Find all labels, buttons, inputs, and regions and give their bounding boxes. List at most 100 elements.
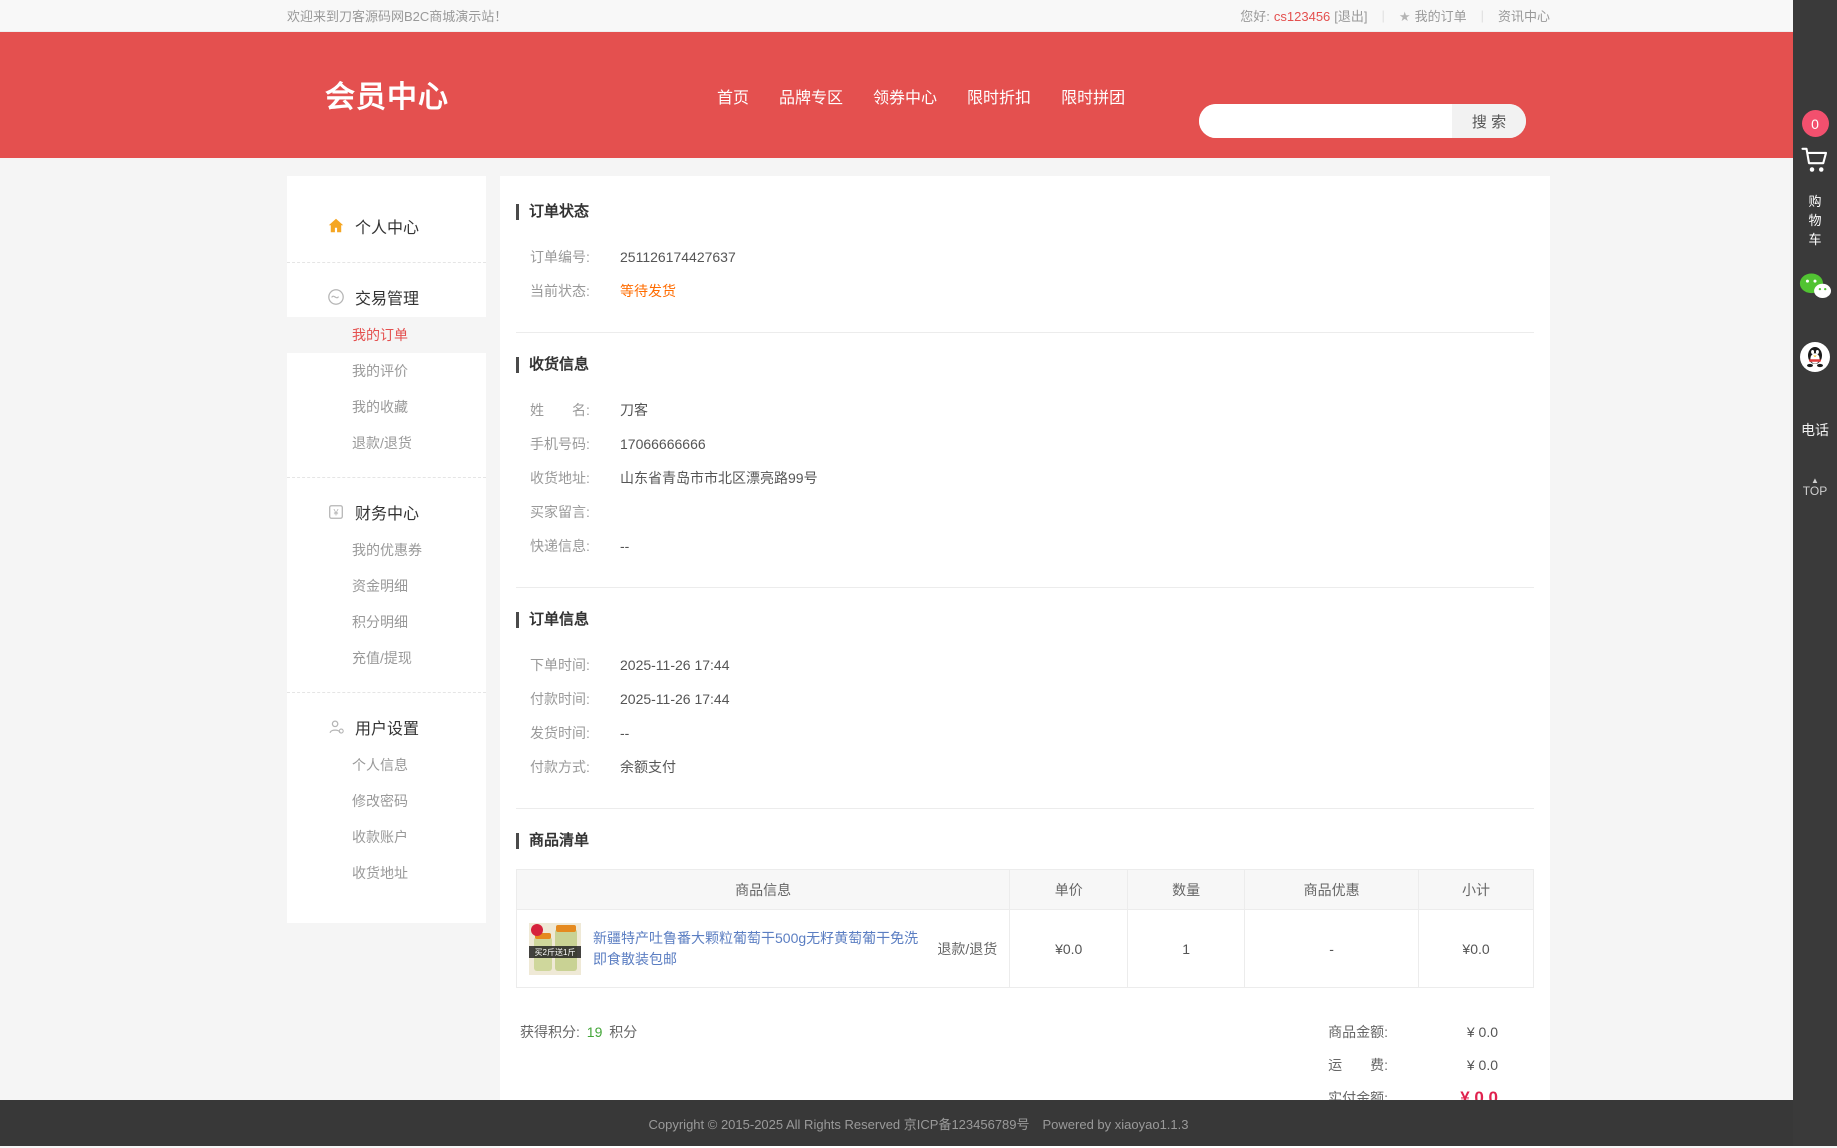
- discount-cell: -: [1245, 910, 1419, 988]
- info-value: --: [620, 536, 629, 556]
- star-icon: ★: [1399, 9, 1411, 24]
- goods-col-header-3: 商品优惠: [1245, 870, 1419, 910]
- product-image[interactable]: 买2斤送1斤: [529, 923, 581, 975]
- info-value: 17066666666: [620, 434, 706, 454]
- info-label: 付款方式:: [530, 757, 620, 777]
- nav-item-1[interactable]: 品牌专区: [779, 84, 843, 108]
- search-input[interactable]: [1199, 104, 1452, 138]
- nav-item-2[interactable]: 领券中心: [873, 84, 937, 108]
- total-row-1: 运 费:¥ 0.0: [1328, 1055, 1498, 1075]
- info-row-2-1: 付款时间:2025-11-26 17:44: [530, 682, 1534, 716]
- section-title-2: 订单信息: [516, 612, 1534, 628]
- section-rows-0: 订单编号:251126174427637当前状态:等待发货: [516, 240, 1534, 308]
- total-label: 商品金额:: [1328, 1022, 1388, 1042]
- totals-block: 商品金额:¥ 0.0运 费:¥ 0.0实付金额:¥ 0.0: [1328, 1022, 1524, 1108]
- sidebar-item-1-0[interactable]: 我的订单: [287, 317, 486, 353]
- cart-label[interactable]: 购物车: [1793, 192, 1837, 249]
- total-label: 运 费:: [1328, 1055, 1388, 1075]
- nav-item-4[interactable]: 限时拼团: [1061, 84, 1125, 108]
- section-rows-1: 姓 名:刀客手机号码:17066666666收货地址:山东省青岛市市北区漂亮路9…: [516, 393, 1534, 563]
- info-row-0-0: 订单编号:251126174427637: [530, 240, 1534, 274]
- sidebar-item-1-3[interactable]: 退款/退货: [287, 425, 486, 461]
- sidebar-item-2-3[interactable]: 充值/提现: [287, 640, 486, 676]
- info-value: 251126174427637: [620, 247, 736, 267]
- nav-item-3[interactable]: 限时折扣: [967, 84, 1031, 108]
- section-1: 收货信息姓 名:刀客手机号码:17066666666收货地址:山东省青岛市市北区…: [516, 357, 1534, 588]
- home-icon: [327, 217, 345, 235]
- copyright-text: Copyright © 2015-2025 All Rights Reserve…: [649, 1114, 1189, 1133]
- sidebar-group-label: 用户设置: [355, 715, 419, 739]
- sidebar-group-title-0[interactable]: 个人中心: [287, 206, 486, 246]
- topbar-my-orders-link[interactable]: ★我的订单: [1399, 6, 1467, 25]
- svg-text:¥: ¥: [332, 508, 339, 518]
- section-divider: [516, 587, 1534, 588]
- info-row-1-1: 手机号码:17066666666: [530, 427, 1534, 461]
- info-row-1-0: 姓 名:刀客: [530, 393, 1534, 427]
- product-image-badge-text: 买2斤送1斤: [535, 947, 576, 957]
- subtotal-cell: ¥0.0: [1419, 910, 1534, 988]
- sidebar-item-3-0[interactable]: 个人信息: [287, 747, 486, 783]
- site-header: 会员中心 首页品牌专区领券中心限时折扣限时拼团 搜 索: [0, 32, 1837, 158]
- qq-icon[interactable]: [1793, 342, 1837, 372]
- search-button[interactable]: 搜 索: [1452, 104, 1526, 138]
- sidebar-group-0: 个人中心: [287, 200, 486, 252]
- section-divider: [516, 808, 1534, 809]
- sidebar-item-3-1[interactable]: 修改密码: [287, 783, 486, 819]
- cart-icon[interactable]: [1793, 146, 1837, 174]
- sidebar-item-1-1[interactable]: 我的评价: [287, 353, 486, 389]
- info-row-2-3: 付款方式:余额支付: [530, 750, 1534, 784]
- goods-col-header-4: 小计: [1419, 870, 1534, 910]
- sidebar-group-title-2[interactable]: ¥ 财务中心: [287, 492, 486, 532]
- unit-price-cell: ¥0.0: [1010, 910, 1128, 988]
- sidebar-item-2-1[interactable]: 资金明细: [287, 568, 486, 604]
- sidebar: 个人中心交易管理我的订单我的评价我的收藏退款/退货 ¥ 财务中心我的优惠券资金明细积…: [287, 176, 486, 923]
- info-label: 付款时间:: [530, 689, 620, 709]
- section-title-1: 收货信息: [516, 357, 1534, 373]
- sidebar-item-2-0[interactable]: 我的优惠券: [287, 532, 486, 568]
- wechat-icon[interactable]: [1793, 272, 1837, 300]
- points-earned: 获得积分: 19 积分: [520, 1022, 637, 1108]
- info-label: 当前状态:: [530, 281, 620, 301]
- phone-contact[interactable]: 电话: [1793, 420, 1837, 440]
- sidebar-group-title-3[interactable]: 用户设置: [287, 707, 486, 747]
- sidebar-item-1-2[interactable]: 我的收藏: [287, 389, 486, 425]
- points-value: 19: [587, 1024, 603, 1040]
- info-row-1-3: 买家留言:: [530, 495, 1534, 529]
- section-divider: [516, 332, 1534, 333]
- info-row-2-2: 发货时间:--: [530, 716, 1534, 750]
- sidebar-group-3: 用户设置个人信息修改密码收款账户收货地址: [287, 692, 486, 897]
- sidebar-group-title-1[interactable]: 交易管理: [287, 277, 486, 317]
- order-detail-panel: 订单状态订单编号:251126174427637当前状态:等待发货收货信息姓 名…: [500, 176, 1550, 1148]
- total-value: ¥ 0.0: [1388, 1024, 1498, 1040]
- info-value: 2025-11-26 17:44: [620, 655, 730, 675]
- info-value: 2025-11-26 17:44: [620, 689, 730, 709]
- quantity-cell: 1: [1128, 910, 1245, 988]
- cart-count-badge: 0: [1802, 110, 1829, 137]
- info-label: 发货时间:: [530, 723, 620, 743]
- info-value: 刀客: [620, 400, 648, 420]
- sidebar-item-2-2[interactable]: 积分明细: [287, 604, 486, 640]
- info-row-1-4: 快递信息:--: [530, 529, 1534, 563]
- goods-section: 商品清单 商品信息单价数量商品优惠小计: [516, 833, 1534, 1108]
- search-box: 搜 索: [1199, 104, 1526, 138]
- main-nav: 首页 品牌专区 领券中心 限时折扣 限时拼团: [717, 84, 1125, 108]
- goods-table: 商品信息单价数量商品优惠小计: [516, 869, 1534, 988]
- sidebar-group-1: 交易管理我的订单我的评价我的收藏退款/退货: [287, 262, 486, 467]
- sidebar-item-3-2[interactable]: 收款账户: [287, 819, 486, 855]
- sidebar-group-label: 交易管理: [355, 285, 419, 309]
- logout-link[interactable]: [退出]: [1334, 9, 1367, 24]
- nav-item-0[interactable]: 首页: [717, 84, 749, 108]
- refund-link[interactable]: 退款/退货: [937, 939, 997, 959]
- cart-label-char: 购: [1808, 192, 1821, 211]
- section-title-goods: 商品清单: [516, 833, 1534, 849]
- product-name-link[interactable]: 新疆特产吐鲁番大颗粒葡萄干500g无籽黄萄葡干免洗即食散装包邮: [593, 928, 925, 970]
- topbar-news-link[interactable]: 资讯中心: [1498, 6, 1550, 25]
- divider: |: [1481, 8, 1484, 23]
- goods-col-header-2: 数量: [1128, 870, 1245, 910]
- info-row-1-2: 收货地址:山东省青岛市市北区漂亮路99号: [530, 461, 1534, 495]
- divider: |: [1382, 8, 1385, 23]
- sidebar-group-label: 个人中心: [355, 214, 419, 238]
- back-to-top-button[interactable]: ▲ TOP: [1793, 478, 1837, 498]
- sidebar-item-3-3[interactable]: 收货地址: [287, 855, 486, 891]
- sidebar-group-label: 财务中心: [355, 500, 419, 524]
